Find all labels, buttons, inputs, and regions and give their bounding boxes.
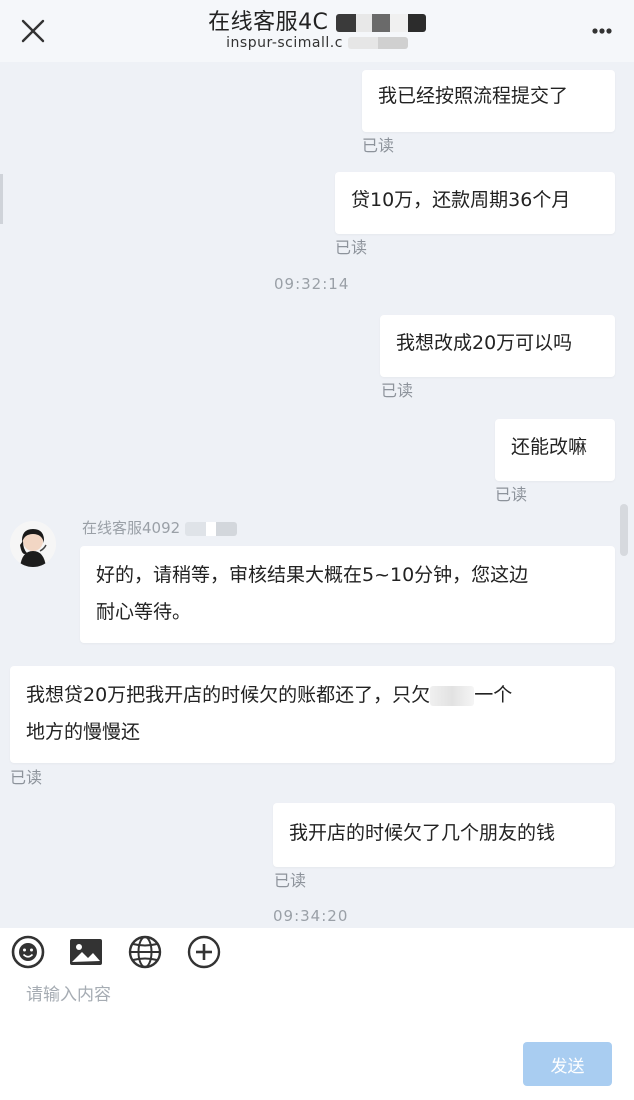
timestamp: 09:34:20 (273, 907, 349, 925)
redacted-block (430, 685, 475, 706)
chat-header: 在线客服4C inspur-scimall.c (0, 0, 634, 62)
read-status: 已读 (362, 136, 395, 155)
read-status: 已读 (335, 238, 368, 257)
read-status: 已读 (10, 768, 43, 787)
message-text: 一个 (474, 684, 513, 706)
message-text: 贷10万，还款周期36个月 (351, 189, 571, 211)
message-bubble-incoming: 好的，请稍等，审核结果大概在5~10分钟，您这边 耐心等待。 (80, 546, 615, 643)
message-text-line: 好的，请稍等，审核结果大概在5~10分钟，您这边 (96, 564, 529, 586)
read-status: 已读 (495, 485, 528, 504)
message-text: 我已经按照流程提交了 (378, 85, 569, 107)
agent-name-text: 在线客服4092 (82, 519, 181, 537)
message-text: 我开店的时候欠了几个朋友的钱 (289, 822, 556, 844)
scrollbar[interactable] (620, 504, 628, 556)
chat-title-text: 在线客服4C (208, 10, 329, 35)
message-bubble-outgoing: 贷10万，还款周期36个月 (335, 172, 615, 234)
scroll-edge (0, 174, 3, 224)
image-icon[interactable] (68, 934, 104, 970)
message-text-line: 耐心等待。 (96, 601, 192, 623)
message-bubble-outgoing: 我已经按照流程提交了 (362, 70, 615, 132)
message-text-line: 地方的慢慢还 (26, 721, 141, 743)
message-bubble-outgoing: 还能改嘛 (495, 419, 615, 481)
message-text: 我想贷20万把我开店的时候欠的账都还了，只欠 (26, 684, 431, 706)
message-text: 我想改成20万可以吗 (396, 332, 573, 354)
send-button[interactable]: 发送 (523, 1042, 612, 1086)
redacted-block (184, 521, 237, 536)
chat-subtitle: inspur-scimall.c (0, 35, 634, 51)
timestamp: 09:32:14 (274, 275, 350, 293)
redacted-block (347, 37, 408, 49)
chat-subtitle-text: inspur-scimall.c (226, 35, 343, 51)
message-text-line: 我想贷20万把我开店的时候欠的账都还了，只欠 一个 (26, 677, 599, 714)
avatar-image (10, 521, 56, 567)
globe-icon[interactable] (127, 934, 163, 970)
chat-title: 在线客服4C (0, 4, 634, 36)
add-icon[interactable] (186, 934, 222, 970)
agent-name: 在线客服4092 (82, 517, 237, 538)
message-input[interactable]: 请输入内容 (26, 980, 111, 1005)
agent-avatar[interactable] (10, 521, 56, 567)
message-text: 还能改嘛 (511, 436, 588, 458)
read-status: 已读 (274, 871, 307, 890)
input-placeholder: 请输入内容 (26, 985, 111, 1005)
message-bubble-outgoing: 我想贷20万把我开店的时候欠的账都还了，只欠 一个 地方的慢慢还 (10, 666, 615, 763)
composer: 请输入内容 发送 (0, 928, 634, 1100)
emoji-icon[interactable] (10, 934, 46, 970)
redacted-block (335, 14, 426, 32)
message-bubble-outgoing: 我开店的时候欠了几个朋友的钱 (273, 803, 615, 867)
more-icon[interactable] (592, 14, 612, 48)
message-bubble-outgoing: 我想改成20万可以吗 (380, 315, 615, 377)
message-list[interactable]: 我已经按照流程提交了 已读 贷10万，还款周期36个月 已读 09:32:14 … (0, 62, 634, 928)
read-status: 已读 (381, 381, 414, 400)
